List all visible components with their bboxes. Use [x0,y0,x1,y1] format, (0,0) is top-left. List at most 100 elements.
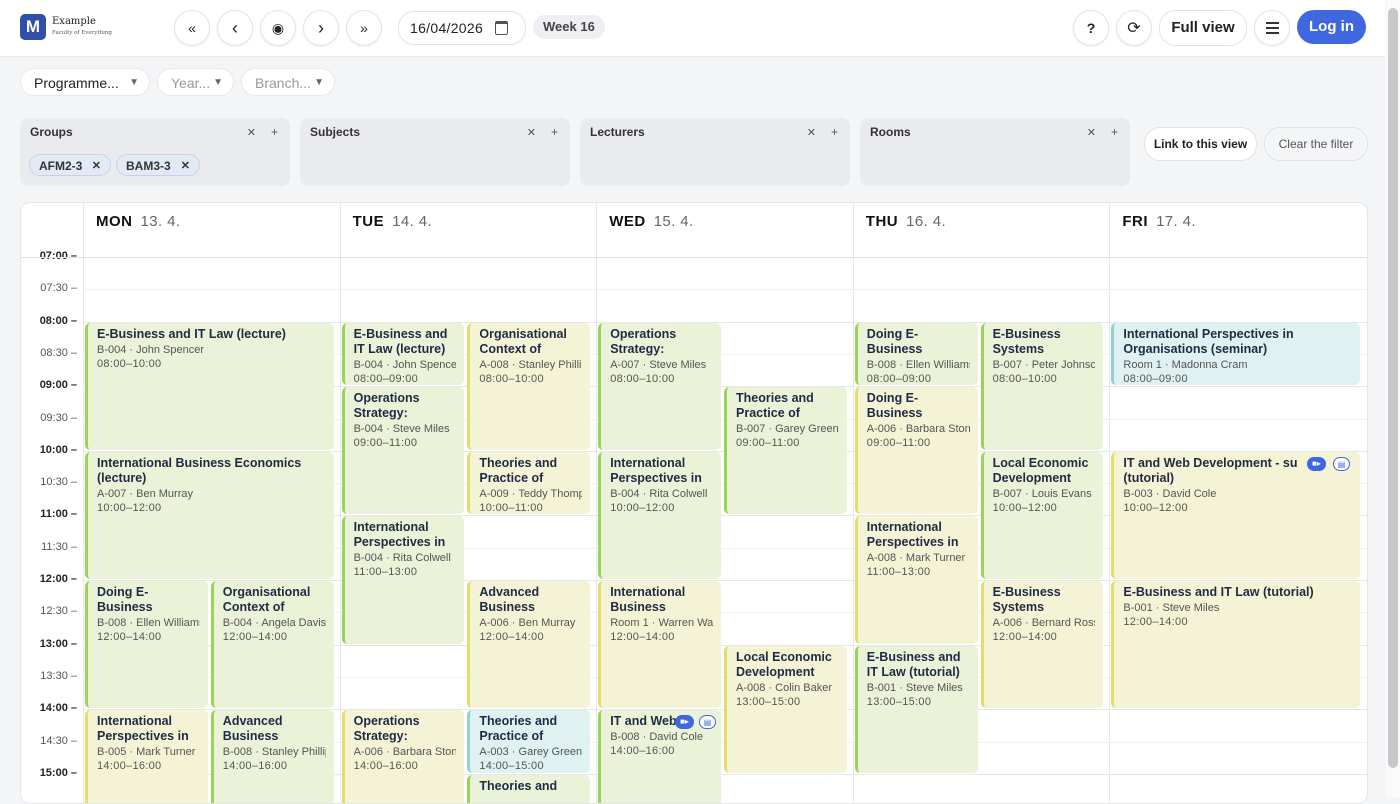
lecturers-filter-input[interactable] [585,146,845,178]
calendar-event[interactable]: Theories and Practice of A-003 · Garey Gr… [467,710,591,773]
event-title: International Perspectives in [97,714,189,744]
calendar-event[interactable]: Doing E-Business B-008 · Ellen Williams 08… [854,322,978,386]
video-icon[interactable]: ■▸ [1306,456,1326,471]
scrollbar-thumb[interactable] [1388,8,1398,768]
calendar-event[interactable]: E-Business and IT Law (tutorial) B-001 · … [1111,581,1360,709]
calendar-event[interactable]: Theories and [467,774,591,803]
time-label: 13:30 – [40,669,77,682]
calendar-event[interactable]: Advanced Business B-008 · Stanley Phillip… [210,710,334,803]
year-select[interactable]: Year... ▼ [157,68,234,96]
calendar-event[interactable]: IT and Web Development - su (tutorial) B-… [1111,451,1360,579]
grid-line [83,289,1367,291]
app-logo[interactable]: M [20,14,46,40]
app-subtitle: Faculty of Everything [52,30,112,36]
day-header[interactable]: THU 16. 4. [866,213,946,230]
day-header[interactable]: WED 15. 4. [609,213,693,230]
add-subjects-icon[interactable]: + [551,125,558,139]
calendar-event[interactable]: IT and Web B-008 · David Cole 14:00–16:00 ■… [598,710,721,803]
event-time: 14:00–16:00 [97,760,162,773]
calendar-icon[interactable] [495,21,509,35]
last-week-button[interactable]: » [346,10,382,46]
link-to-view-button[interactable]: Link to this view [1144,127,1257,161]
day-date: 17. 4. [1156,213,1196,230]
programme-select[interactable]: Programme... ▼ [20,68,150,96]
event-time: 12:00–14:00 [1123,616,1188,628]
login-button[interactable]: Log in [1297,10,1366,44]
year-select-value: Year... [171,75,211,91]
rooms-filter-input[interactable] [865,146,1125,178]
clear-groups-icon[interactable]: ✕ [247,126,256,139]
calendar-event[interactable]: International Perspectives in B-004 · Rit… [341,516,465,644]
day-header[interactable]: MON 13. 4. [96,213,180,230]
video-icon[interactable]: ■▸ [674,715,694,730]
calendar-event[interactable]: International Business Room 1 · Warren Wa… [598,581,721,709]
add-rooms-icon[interactable]: + [1111,125,1118,139]
day-divider [339,203,341,803]
calendar-event[interactable]: International Business Economics (lectur… [85,451,334,579]
subjects-filter-input[interactable] [305,146,565,178]
clear-subjects-icon[interactable]: ✕ [527,126,536,139]
clear-lecturers-icon[interactable]: ✕ [807,126,816,139]
remove-chip-icon[interactable]: ✕ [92,155,101,177]
refresh-button[interactable]: ⟳ [1116,10,1152,46]
event-title: Theories and Practice of [479,714,558,744]
event-time: 11:00–13:00 [353,566,418,579]
clear-rooms-icon[interactable]: ✕ [1087,126,1096,139]
groups-filter-input[interactable]: AFM2-3 ✕ BAM3-3 ✕ [25,146,285,178]
time-label: 15:00 – [39,766,77,779]
calendar-event[interactable]: International Perspectives in Organisati… [1111,322,1360,386]
first-week-button[interactable]: « [174,10,210,46]
calendar-event[interactable]: Theories and Practice of A-009 · Teddy Th… [467,451,591,515]
today-button[interactable]: ◉ [260,10,296,46]
calendar-event[interactable]: E-Business and IT Law (lecture) B-004 · J… [85,322,334,450]
previous-week-button[interactable]: ‹ [217,10,253,46]
day-divider [852,203,854,803]
hamburger-icon [1265,22,1279,34]
calendar-event[interactable]: E-Business Systems B-007 · Peter Johnson 0… [980,322,1104,450]
calendar-event[interactable]: International Perspectives in B-005 · Mar… [85,710,208,803]
full-view-button[interactable]: Full view [1159,10,1247,46]
calendar-event[interactable]: Doing E-Business B-008 · Ellen Williams 12… [85,581,208,709]
branch-select[interactable]: Branch... ▼ [241,68,335,96]
calendar-event[interactable]: Operations Strategy: B-004 · Steve Miles 0… [341,387,465,515]
page-scrollbar[interactable] [1386,0,1400,797]
calendar-event[interactable]: International Perspectives in A-008 · Mar… [854,516,978,644]
add-lecturers-icon[interactable]: + [831,125,838,139]
event-title: International Perspectives in [866,520,959,550]
calendar-event[interactable]: Organisational Context of B-004 · Angela … [210,581,334,709]
event-location: A-008 · Colin Baker [736,681,832,694]
calendar-event[interactable]: Theories and Practice of B-007 · Garey Gr… [724,387,847,515]
menu-button[interactable] [1254,10,1290,46]
event-location: B-004 · Steve Miles [353,423,450,436]
add-groups-icon[interactable]: + [271,125,278,139]
day-name: FRI [1122,213,1149,230]
calendar-event[interactable]: E-Business and IT Law (lecture) B-004 · J… [341,322,465,386]
time-label: 08:30 – [40,346,77,359]
document-icon[interactable]: ▤ [1332,456,1350,471]
next-week-button[interactable]: › [303,10,339,46]
help-button[interactable]: ? [1073,10,1109,46]
document-icon[interactable]: ▤ [698,715,716,730]
calendar-event[interactable]: Advanced Business A-006 · Ben Murray 12:00… [467,581,591,709]
calendar-event[interactable]: Local Economic Development A-008 · Colin … [724,645,847,773]
calendar-event[interactable]: Operations Strategy: A-007 · Steve Miles 0… [598,322,721,450]
calendar-event[interactable]: Organisational Context of A-008 · Stanley… [467,322,591,450]
calendar-event[interactable]: Operations Strategy: A-006 · Barbara Ston… [341,710,465,803]
calendar-event[interactable]: E-Business Systems A-006 · Bernard Ross 12… [980,581,1104,709]
calendar-event[interactable]: E-Business and IT Law (tutorial) B-001 · … [854,645,978,773]
calendar-event[interactable]: Doing E-Business A-006 · Barbara Stone 09:… [854,387,978,515]
calendar-event[interactable]: Local Economic Development B-007 · Louis … [980,451,1104,579]
week-calendar: 07:00 – 07:30 – 08:00 – 08:30 – 09:00 – 09:30… [20,202,1368,804]
clear-filter-button[interactable]: Clear the filter [1264,127,1368,161]
event-time: 10:00–12:00 [1123,501,1188,514]
day-header[interactable]: FRI 17. 4. [1122,213,1196,230]
day-name: WED [609,213,646,230]
event-title: Operations Strategy: [353,391,420,421]
event-location: A-008 · Mark Turner [866,552,966,565]
remove-chip-icon[interactable]: ✕ [181,155,190,177]
top-bar: M Example Faculty of Everything « ‹ ◉ › … [0,0,1385,57]
calendar-event[interactable]: International Perspectives in B-004 · Rit… [598,451,721,579]
day-header[interactable]: TUE 14. 4. [353,213,432,230]
date-picker[interactable]: 16/04/2026 [398,11,526,45]
event-title: Organisational Context of [222,585,311,614]
